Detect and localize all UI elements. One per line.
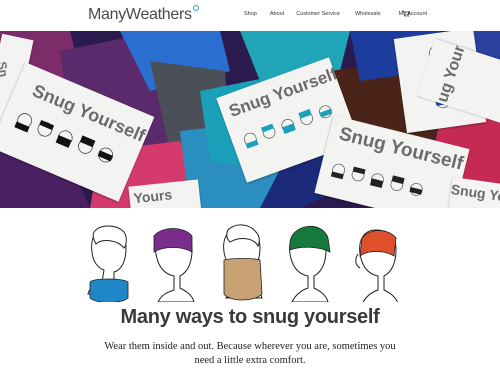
nav-about[interactable]: About: [270, 11, 284, 17]
wear-styles-illustration: [87, 224, 398, 302]
head-tan-snood-icon: [223, 224, 263, 301]
hero-card-bottom-right: Snug Yours: [447, 176, 500, 208]
nav-shop[interactable]: Shop: [244, 11, 257, 17]
nav-customer-service[interactable]: Customer Service: [296, 11, 340, 17]
section-description: Wear them inside and out. Because wherev…: [104, 341, 396, 366]
hero-card-text: Sn: [0, 60, 11, 78]
hero-card-text: Yours: [132, 186, 173, 207]
cart-icon[interactable]: [402, 10, 411, 19]
main-nav: Shop About Customer Service Wholesale My…: [244, 11, 427, 17]
nav-wholesale[interactable]: Wholesale: [355, 11, 381, 17]
site-header: ManyWeathers Shop About Customer Service…: [0, 0, 500, 30]
head-blue-neck-icon: [87, 225, 129, 302]
head-green-hat-icon: [289, 225, 331, 302]
hero-banner: Sn Snug Yourself Yours Snug Yourself Snu…: [0, 31, 500, 208]
head-purple-headband-icon: [153, 228, 195, 302]
logo-dot-icon: [192, 5, 199, 11]
hero-card-text: Snug Yours: [449, 180, 500, 208]
logo-text: ManyWeathers: [88, 6, 192, 23]
site-logo[interactable]: ManyWeathers: [88, 5, 199, 24]
section-heading: Many ways to snug yourself: [120, 306, 380, 328]
head-orange-bandana-icon: [355, 229, 398, 302]
